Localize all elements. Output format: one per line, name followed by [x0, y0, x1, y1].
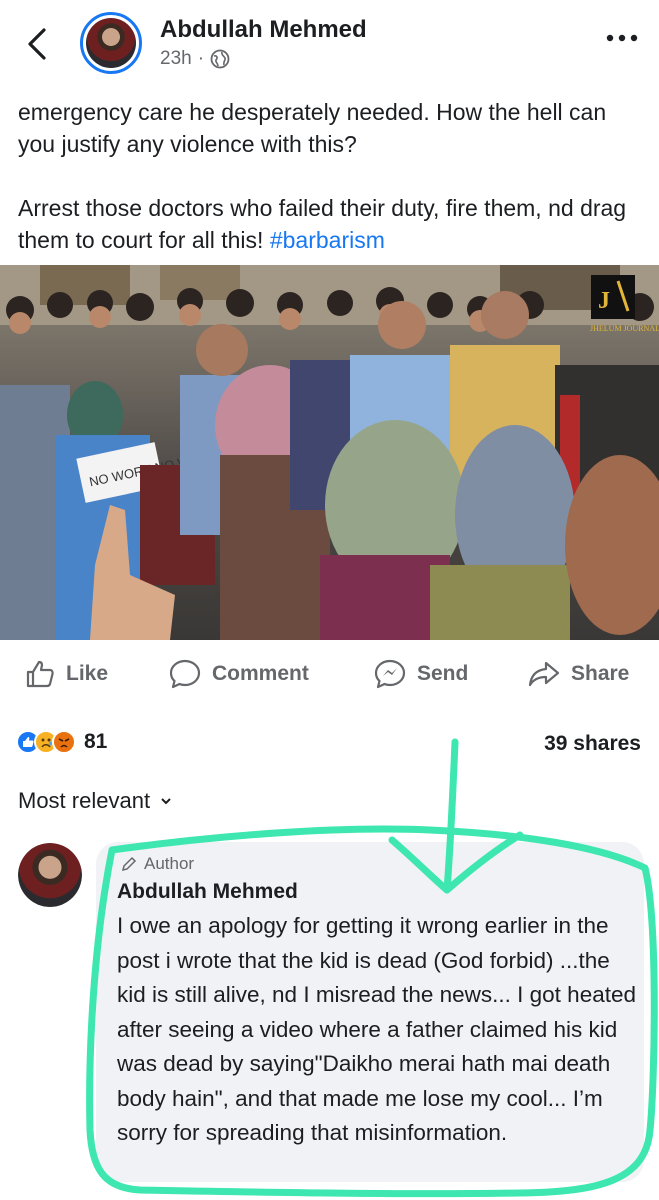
thumbs-up-icon [26, 660, 54, 688]
author-badge: Author [120, 854, 194, 874]
meta-separator: · [197, 48, 205, 69]
post-header: Abdullah Mehmed 23h · [0, 0, 659, 90]
author-name[interactable]: Abdullah Mehmed [160, 16, 367, 44]
post-photo[interactable]: NO WORK NO WORK J JHELUM JOURNAL [0, 265, 659, 640]
comment-author-name[interactable]: Abdullah Mehmed [117, 880, 298, 904]
more-options-icon[interactable] [605, 28, 639, 48]
send-button[interactable]: Send [373, 658, 468, 690]
pencil-icon [121, 856, 137, 872]
commenter-avatar[interactable] [18, 843, 82, 907]
share-button[interactable]: Share [527, 658, 629, 690]
author-avatar[interactable] [80, 12, 142, 74]
hashtag-link[interactable]: #barbarism [270, 227, 385, 253]
like-button[interactable]: Like [24, 658, 108, 690]
comment-bubble-icon [169, 659, 201, 689]
angry-reaction-icon [52, 730, 76, 754]
messenger-icon [374, 659, 406, 689]
comment-button[interactable]: Comment [168, 658, 309, 690]
post-actions-bar: Like Comment Send Share [0, 650, 659, 706]
chevron-down-icon [161, 798, 171, 805]
post-time[interactable]: 23h [160, 48, 192, 70]
post-paragraph: emergency care he desperately needed. Ho… [18, 99, 607, 157]
reaction-count: 81 [84, 730, 108, 753]
post-body: emergency care he desperately needed. Ho… [18, 96, 648, 288]
post-meta: 23h · [160, 48, 230, 70]
watermark-text: JHELUM JOURNAL [590, 324, 659, 333]
sort-label: Most relevant [18, 788, 151, 813]
shares-count[interactable]: 39 shares [544, 732, 641, 756]
post-paragraph: Arrest those doctors who failed their du… [18, 195, 627, 253]
globe-icon [210, 49, 230, 69]
svg-text:J: J [598, 288, 610, 314]
share-arrow-icon [528, 661, 560, 687]
back-arrow-icon[interactable] [22, 24, 52, 64]
comment-text: I owe an apology for getting it wrong ea… [117, 913, 637, 1145]
comment-sort-dropdown[interactable]: Most relevant [18, 788, 172, 814]
reaction-summary[interactable]: 81 [16, 730, 107, 754]
